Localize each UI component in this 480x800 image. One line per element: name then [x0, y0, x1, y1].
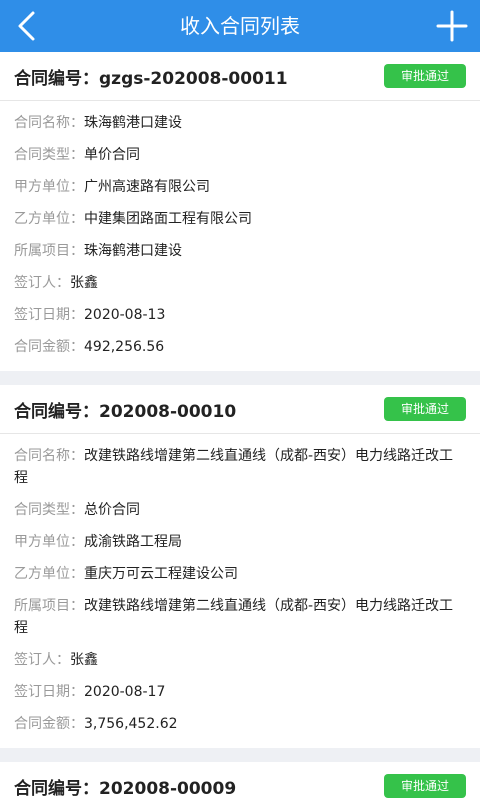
contract-card[interactable]: 合同编号：202008-00009 审批通过 — [0, 762, 480, 800]
contract-list[interactable]: 合同编号：gzgs-202008-00011 审批通过 合同名称： 珠海鹤港口建设… — [0, 52, 480, 800]
add-contract-button[interactable] — [434, 8, 470, 44]
contract-card[interactable]: 合同编号：202008-00010 审批通过 合同名称：改建铁路线增建第二线直通… — [0, 385, 480, 748]
field-row-party-a: 甲方单位： 成渝铁路工程局 — [14, 526, 466, 558]
page-title: 收入合同列表 — [180, 14, 300, 38]
field-label: 合同金额： — [14, 716, 84, 732]
field-label: 乙方单位： — [14, 566, 84, 582]
signer: 张鑫 — [70, 652, 98, 668]
contract-card-header: 合同编号：202008-00010 审批通过 — [0, 385, 480, 434]
sign-date: 2020-08-13 — [84, 307, 166, 323]
field-label: 合同类型： — [14, 147, 84, 163]
project: 珠海鹤港口建设 — [84, 243, 182, 259]
status-badge: 审批通过 — [384, 774, 466, 798]
contract-code: 202008-00009 — [99, 778, 237, 799]
field-row-date: 签订日期： 2020-08-13 — [14, 299, 466, 331]
party-b: 中建集团路面工程有限公司 — [84, 211, 252, 227]
status-badge: 审批通过 — [384, 397, 466, 421]
field-row-amount: 合同金额： 3,756,452.62 — [14, 708, 466, 740]
party-b: 重庆万可云工程建设公司 — [84, 566, 238, 582]
field-row-name: 合同名称：改建铁路线增建第二线直通线（成都-西安）电力线路迁改工程 — [14, 440, 466, 494]
field-row-party-b: 乙方单位： 中建集团路面工程有限公司 — [14, 203, 466, 235]
field-row-type: 合同类型： 总价合同 — [14, 494, 466, 526]
field-row-party-b: 乙方单位： 重庆万可云工程建设公司 — [14, 558, 466, 590]
field-row-signer: 签订人： 张鑫 — [14, 267, 466, 299]
contract-card-header: 合同编号：202008-00009 审批通过 — [0, 762, 480, 800]
contract-fields: 合同名称： 珠海鹤港口建设 合同类型： 单价合同 甲方单位： 广州高速路有限公司 乙方… — [0, 101, 480, 371]
signer: 张鑫 — [70, 275, 98, 291]
contract-code: 202008-00010 — [99, 401, 237, 422]
field-label: 签订日期： — [14, 307, 84, 323]
status-badge: 审批通过 — [384, 64, 466, 88]
field-row-project: 所属项目：改建铁路线增建第二线直通线（成都-西安）电力线路迁改工程 — [14, 590, 466, 644]
contract-amount: 3,756,452.62 — [84, 716, 178, 732]
field-label: 合同金额： — [14, 339, 84, 355]
field-row-signer: 签订人： 张鑫 — [14, 644, 466, 676]
plus-icon — [436, 10, 468, 42]
field-label: 甲方单位： — [14, 534, 84, 550]
field-label: 合同名称： — [14, 115, 84, 131]
field-label: 所属项目： — [14, 598, 84, 614]
contract-code-label: 合同编号： — [14, 68, 99, 89]
contract-name: 珠海鹤港口建设 — [84, 115, 182, 131]
field-row-party-a: 甲方单位： 广州高速路有限公司 — [14, 171, 466, 203]
contract-code-label: 合同编号： — [14, 401, 99, 422]
party-a: 广州高速路有限公司 — [84, 179, 210, 195]
contract-amount: 492,256.56 — [84, 339, 165, 355]
field-label: 签订日期： — [14, 684, 84, 700]
field-label: 合同名称： — [14, 448, 84, 464]
field-label: 签订人： — [14, 652, 70, 668]
field-row-date: 签订日期： 2020-08-17 — [14, 676, 466, 708]
field-row-project: 所属项目： 珠海鹤港口建设 — [14, 235, 466, 267]
field-row-amount: 合同金额： 492,256.56 — [14, 331, 466, 363]
field-label: 签订人： — [14, 275, 70, 291]
contract-type: 单价合同 — [84, 147, 140, 163]
contract-code: gzgs-202008-00011 — [99, 68, 288, 89]
contract-code-label: 合同编号： — [14, 778, 99, 799]
contract-card-header: 合同编号：gzgs-202008-00011 审批通过 — [0, 52, 480, 101]
field-label: 合同类型： — [14, 502, 84, 518]
contract-card[interactable]: 合同编号：gzgs-202008-00011 审批通过 合同名称： 珠海鹤港口建设… — [0, 52, 480, 371]
sign-date: 2020-08-17 — [84, 684, 166, 700]
field-label: 甲方单位： — [14, 179, 84, 195]
contract-fields: 合同名称：改建铁路线增建第二线直通线（成都-西安）电力线路迁改工程 合同类型：总… — [0, 434, 480, 748]
field-row-type: 合同类型： 单价合同 — [14, 139, 466, 171]
contract-type: 总价合同 — [84, 502, 140, 518]
party-a: 成渝铁路工程局 — [84, 534, 182, 550]
field-label: 乙方单位： — [14, 211, 84, 227]
top-bar: 收入合同列表 — [0, 0, 480, 52]
field-label: 所属项目： — [14, 243, 84, 259]
field-row-name: 合同名称： 珠海鹤港口建设 — [14, 107, 466, 139]
